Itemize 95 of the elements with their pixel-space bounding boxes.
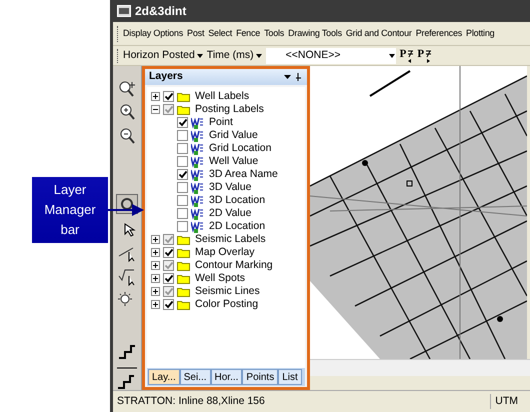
checkbox[interactable] <box>177 208 188 219</box>
checkbox[interactable] <box>163 234 174 245</box>
folder-icon <box>177 300 190 310</box>
tree-item-label[interactable]: 2D Value <box>209 206 252 222</box>
folder-icon <box>177 92 190 102</box>
panel-title: Layers <box>149 69 183 84</box>
panel-tab[interactable]: Sei... <box>180 369 211 385</box>
checkbox[interactable] <box>177 221 188 232</box>
tree-item-label[interactable]: 3D Location <box>209 192 266 208</box>
callout-arrow <box>108 204 144 216</box>
sqrt-tool-icon[interactable] <box>117 268 137 286</box>
menu-item[interactable]: Plotting <box>466 26 494 40</box>
pin-icon[interactable] <box>283 72 303 82</box>
checkbox[interactable] <box>177 195 188 206</box>
tree-item-label[interactable]: Color Posting <box>195 296 258 312</box>
tree-item-label[interactable]: Grid Location <box>209 140 272 156</box>
folder-icon <box>177 286 190 296</box>
expander-icon[interactable] <box>151 248 160 257</box>
zoom-in-icon[interactable] <box>117 80 137 98</box>
tree-item-label[interactable]: Grid Value <box>209 128 258 144</box>
layer-icon <box>191 116 204 128</box>
checkbox[interactable] <box>177 169 188 180</box>
selection-combo[interactable]: <<NONE>> <box>266 48 396 64</box>
checkbox[interactable] <box>163 299 174 310</box>
tree-item-label[interactable]: Point <box>209 114 233 130</box>
caret-icon <box>196 54 203 58</box>
checkbox[interactable] <box>177 143 188 154</box>
checkbox[interactable] <box>177 117 188 128</box>
caret-icon <box>388 54 395 58</box>
layer-icon <box>191 142 204 154</box>
expander-icon[interactable] <box>151 300 160 309</box>
checkbox[interactable] <box>163 247 174 258</box>
checkbox[interactable] <box>163 286 174 297</box>
folder-icon <box>177 234 190 244</box>
expander-icon[interactable] <box>151 105 160 114</box>
checkbox[interactable] <box>163 273 174 284</box>
menu-item[interactable]: Fence <box>236 26 260 40</box>
tree-item-label[interactable]: Seismic Labels <box>195 232 266 248</box>
layer-icon <box>191 208 204 220</box>
time-dropdown[interactable]: Time (ms) <box>206 48 262 64</box>
folder-icon <box>177 248 190 258</box>
checkbox[interactable] <box>177 156 188 167</box>
expander-icon[interactable] <box>151 235 160 244</box>
layer-icon <box>191 168 204 180</box>
step-arrow-icon <box>407 48 414 64</box>
layer-icon <box>191 194 204 206</box>
menu-item[interactable]: Grid and Contour <box>346 26 412 40</box>
tree-item-label[interactable]: Well Labels <box>195 88 250 104</box>
expander-icon[interactable] <box>151 92 160 101</box>
status-units: UTM <box>490 394 526 410</box>
panel-tab[interactable]: Lay... <box>148 369 180 385</box>
horizon-dropdown[interactable]: Horizon Posted <box>123 48 203 64</box>
tree-item-label[interactable]: Posting Labels <box>195 102 264 118</box>
folder-icon <box>177 274 190 284</box>
folder-icon <box>177 260 190 270</box>
menu-item[interactable]: Display Options <box>123 26 184 40</box>
tree-item-label[interactable]: Well Spots <box>195 270 245 286</box>
previous-button[interactable]: P <box>400 48 414 64</box>
expander-icon[interactable] <box>151 261 160 270</box>
tree-item-label[interactable]: 3D Value <box>209 180 252 196</box>
menu-item[interactable]: Preferences <box>416 26 462 40</box>
checkbox[interactable] <box>177 182 188 193</box>
window-title: 2d&3dint <box>135 3 186 20</box>
tree-item-label[interactable]: Contour Marking <box>195 258 273 274</box>
layer-icon <box>191 182 204 194</box>
horizontal-scrollbar[interactable] <box>310 359 530 376</box>
status-location: STRATTON: Inline 88,Xline 156 <box>117 394 265 409</box>
expander-icon[interactable] <box>151 274 160 283</box>
tree-item-label[interactable]: 2D Location <box>209 218 266 234</box>
panel-tab[interactable]: List <box>278 369 302 385</box>
step-arrow-icon <box>425 48 432 64</box>
menu-item[interactable]: Post <box>187 26 204 40</box>
panel-tab[interactable]: Hor... <box>210 369 242 385</box>
expander-icon[interactable] <box>151 287 160 296</box>
layer-icon <box>191 156 204 168</box>
tree-item-label[interactable]: Map Overlay <box>195 244 255 260</box>
layer-icon <box>191 220 204 232</box>
callout-box: Layer Manager bar <box>32 177 108 243</box>
menu-item[interactable]: Select <box>208 26 232 40</box>
menu-item[interactable]: Drawing Tools <box>288 26 342 40</box>
menu-item[interactable]: Tools <box>264 26 284 40</box>
checkbox[interactable] <box>163 260 174 271</box>
panel-tab[interactable]: Points <box>242 369 278 385</box>
next-button[interactable]: P <box>417 48 432 64</box>
checkbox[interactable] <box>177 130 188 141</box>
layer-icon <box>191 130 204 142</box>
checkbox[interactable] <box>163 104 174 115</box>
app-icon <box>117 5 131 17</box>
tree-item-label[interactable]: 3D Area Name <box>209 166 278 182</box>
folder-icon <box>177 104 190 114</box>
checkbox[interactable] <box>163 91 174 102</box>
tree-item-label[interactable]: Well Value <box>209 154 258 170</box>
tree-item-label[interactable]: Seismic Lines <box>195 284 260 300</box>
caret-icon <box>256 54 262 58</box>
step-icon[interactable] <box>117 342 137 360</box>
